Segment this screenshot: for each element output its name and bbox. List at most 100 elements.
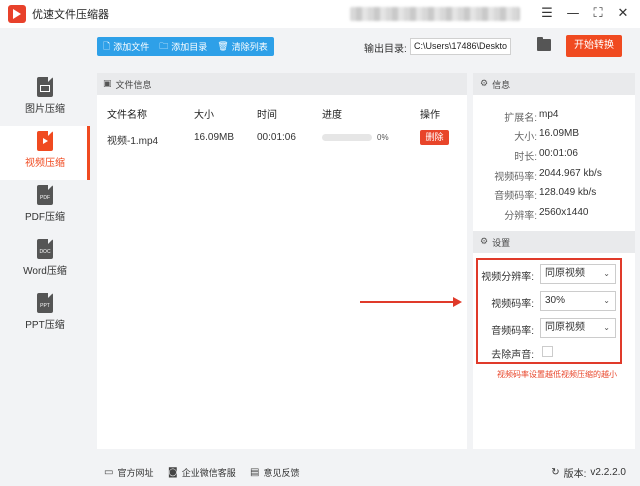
output-directory-label: 输出目录: <box>364 44 407 55</box>
version-number: v2.2.2.0 <box>590 467 626 478</box>
table-row[interactable]: 视频-1.mp4 16.09MB 00:01:06 0% 删除 <box>97 123 467 151</box>
website-label: 官方网址 <box>117 468 154 478</box>
maximize-button[interactable]: ⛶ <box>589 5 607 23</box>
chevron-down-icon: ⌄ <box>603 323 610 332</box>
progress-bar <box>322 134 372 141</box>
version-info: ↻ 版本: v2.2.2.0 <box>551 465 626 480</box>
column-header-size: 大小 <box>194 110 214 121</box>
wechat-support-label: 企业微信客服 <box>181 468 236 478</box>
settings-title: 设置 <box>492 237 511 248</box>
pdf-file-icon: PDF <box>37 185 53 205</box>
video-resolution-label: 视频分辨率: <box>481 272 534 283</box>
add-directory-button[interactable]: 🗀 添加目录 <box>159 39 207 55</box>
monitor-icon: ▭ <box>104 467 114 478</box>
feedback-link[interactable]: ▤ 意见反馈 <box>250 466 299 479</box>
refresh-icon: ↻ <box>551 467 560 478</box>
annotation-arrow-head <box>453 297 462 307</box>
sidebar-item-label: 视频压缩 <box>25 158 65 169</box>
file-list-panel: ▣ 文件信息 文件名称 大小 时间 进度 操作 视频-1.mp4 16.09MB… <box>97 73 467 449</box>
column-header-action: 操作 <box>420 110 440 121</box>
add-file-label: 添加文件 <box>113 42 150 52</box>
audio-bitrate-label: 音频码率: <box>491 326 534 337</box>
toolbar: 🗋 添加文件 🗀 添加目录 🗑 清除列表 输出目录: C:\Users\1748… <box>90 28 640 72</box>
sidebar-item-image[interactable]: 图片压缩 <box>0 72 90 126</box>
video-bitrate-select[interactable]: 30% ⌄ <box>540 291 616 311</box>
sidebar: 图片压缩 视频压缩 PDF PDF压缩 DOC Word压缩 PPT PPT压缩 <box>0 72 90 456</box>
info-key: 视频码率: <box>494 172 537 183</box>
file-name: 视频-1.mp4 <box>107 136 159 147</box>
app-logo-icon <box>8 5 26 23</box>
progress-percent: 0% <box>377 133 389 142</box>
ppt-file-icon: PPT <box>37 293 53 313</box>
mute-label: 去除声音: <box>491 350 534 361</box>
menu-icon[interactable]: ☰ <box>538 5 556 23</box>
info-value: 2560x1440 <box>539 207 589 218</box>
sidebar-item-video[interactable]: 视频压缩 <box>0 126 90 180</box>
info-key: 大小: <box>514 132 537 143</box>
footer: ▭ 官方网址 ◙ 企业微信客服 ▤ 意见反馈 ↻ 版本: v2.2.2.0 <box>90 456 640 486</box>
chevron-down-icon: ⌄ <box>603 269 610 278</box>
video-bitrate-label: 视频码率: <box>491 299 534 310</box>
info-key: 分辨率: <box>504 211 537 222</box>
annotation-arrow-line <box>360 301 455 303</box>
sidebar-item-label: PPT压缩 <box>25 320 65 331</box>
add-file-button[interactable]: 🗋 添加文件 <box>103 39 149 55</box>
file-duration: 00:01:06 <box>257 132 296 143</box>
audio-bitrate-value: 同原视频 <box>545 322 585 333</box>
file-panel-title: 文件信息 <box>115 79 152 90</box>
folder-icon: 🗀 <box>159 41 169 52</box>
sidebar-item-pdf[interactable]: PDF PDF压缩 <box>0 180 90 234</box>
delete-button[interactable]: 删除 <box>420 130 449 145</box>
sidebar-item-word[interactable]: DOC Word压缩 <box>0 234 90 288</box>
info-icon: ⚙ <box>480 79 489 89</box>
close-button[interactable]: ✕ <box>614 5 632 23</box>
info-panel-title: 信息 <box>492 79 511 90</box>
info-key: 扩展名: <box>504 113 537 124</box>
add-directory-label: 添加目录 <box>171 42 208 52</box>
image-file-icon <box>37 77 53 97</box>
gear-icon: ⚙ <box>480 237 489 247</box>
wechat-support-link[interactable]: ◙ 企业微信客服 <box>168 466 236 479</box>
feedback-label: 意见反馈 <box>263 468 300 478</box>
sidebar-item-label: PDF压缩 <box>25 212 65 223</box>
start-convert-button[interactable]: 开始转换 <box>566 35 622 57</box>
blurred-account-info <box>350 7 520 21</box>
setting-mute: 去除声音: <box>478 342 620 362</box>
info-value: mp4 <box>539 109 559 120</box>
setting-video-bitrate: 视频码率: 30% ⌄ <box>478 291 620 311</box>
info-value: 2044.967 kb/s <box>539 168 602 179</box>
column-header-name: 文件名称 <box>107 110 147 121</box>
audio-bitrate-select[interactable]: 同原视频 ⌄ <box>540 318 616 338</box>
sidebar-item-label: 图片压缩 <box>25 104 65 115</box>
video-resolution-value: 同原视频 <box>545 268 585 279</box>
sidebar-item-ppt[interactable]: PPT PPT压缩 <box>0 288 90 342</box>
minimize-button[interactable]: — <box>564 5 582 23</box>
column-header-time: 时间 <box>257 110 277 121</box>
info-key: 音频码率: <box>494 191 537 202</box>
doc-file-icon: DOC <box>37 239 53 259</box>
info-value: 128.049 kb/s <box>539 187 597 198</box>
clear-list-button[interactable]: 🗑 清除列表 <box>217 40 267 53</box>
info-value: 16.09MB <box>539 128 580 139</box>
video-file-icon <box>37 131 53 151</box>
settings-header: ⚙ 设置 <box>473 231 635 253</box>
file-plus-icon: 🗋 <box>103 41 111 52</box>
website-link[interactable]: ▭ 官方网址 <box>104 466 153 479</box>
info-key: 时长: <box>514 152 537 163</box>
video-resolution-select[interactable]: 同原视频 ⌄ <box>540 264 616 284</box>
browse-folder-icon[interactable] <box>537 37 551 51</box>
output-directory-field[interactable]: C:\Users\17486\Deskto <box>410 38 511 55</box>
column-header-progress: 进度 <box>322 110 342 121</box>
trash-icon: 🗑 <box>217 41 229 52</box>
image-icon: ▣ <box>103 79 112 89</box>
clear-list-label: 清除列表 <box>231 42 268 52</box>
app-title: 优速文件压缩器 <box>32 9 109 21</box>
setting-video-resolution: 视频分辨率: 同原视频 ⌄ <box>478 264 620 284</box>
chat-icon: ◙ <box>168 467 178 478</box>
title-bar: 优速文件压缩器 ☰ — ⛶ ✕ <box>0 0 640 28</box>
setting-audio-bitrate: 音频码率: 同原视频 ⌄ <box>478 318 620 338</box>
mute-checkbox[interactable] <box>542 346 553 357</box>
chevron-down-icon: ⌄ <box>603 296 610 305</box>
video-bitrate-value: 30% <box>545 295 566 306</box>
version-label: 版本: <box>563 469 587 480</box>
